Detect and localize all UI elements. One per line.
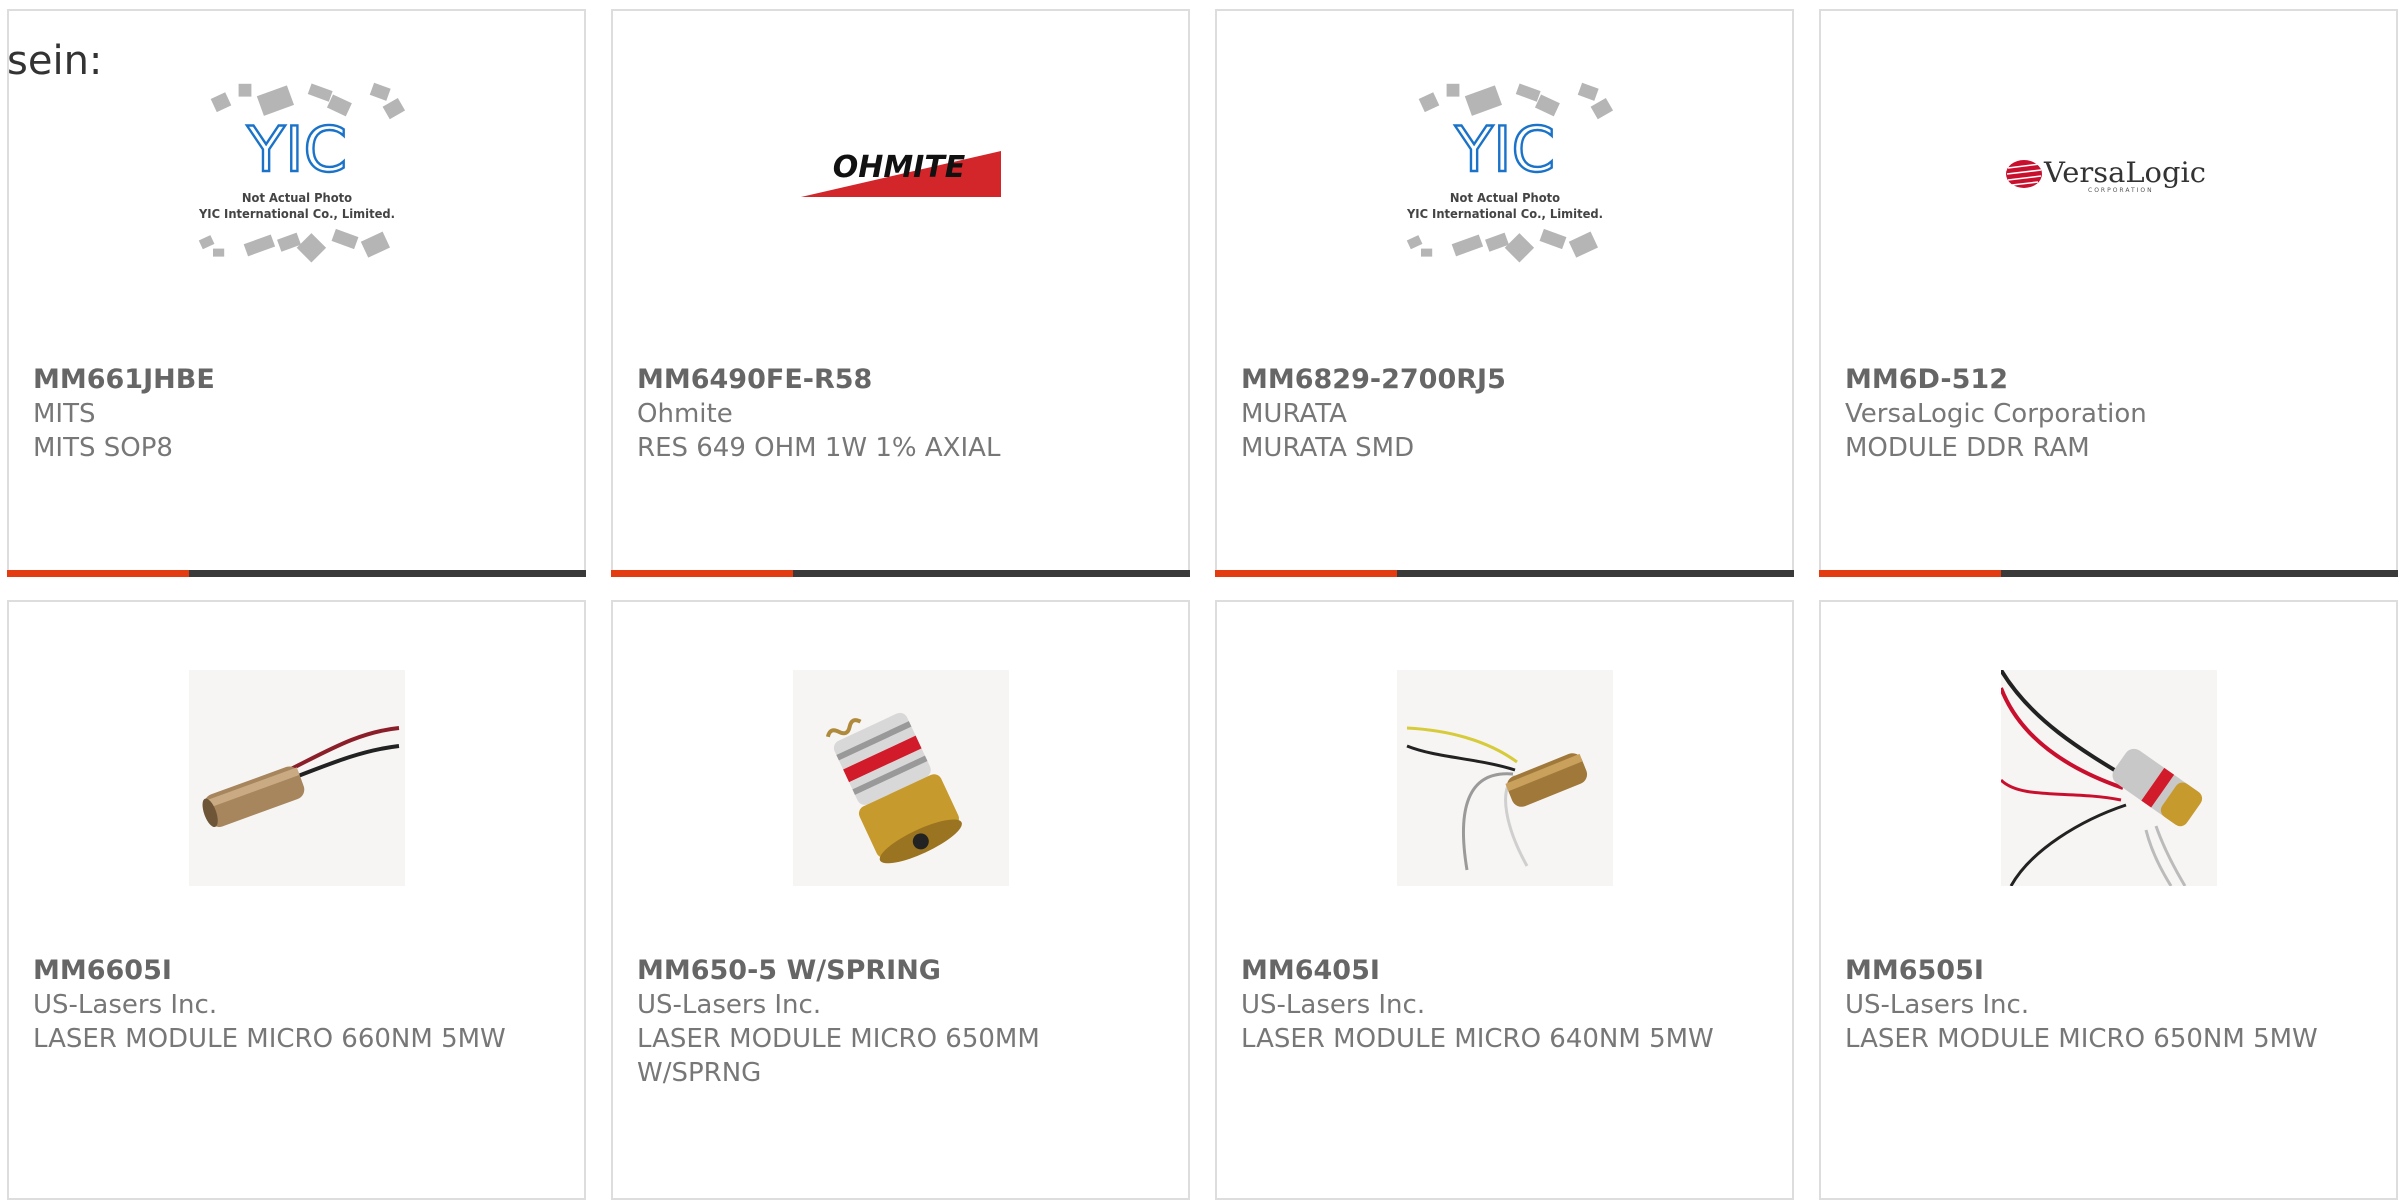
description: MURATA SMD [1241,433,1415,463]
svg-text:YIC International Co., Limited: YIC International Co., Limited. [198,207,395,222]
description: LASER MODULE MICRO 650MM W/SPRNG [637,1024,1040,1088]
product-card[interactable]: MM6405I US-Lasers Inc. LASER MODULE MICR… [1215,600,1794,1200]
manufacturer: VersaLogic Corporation [1845,399,2147,429]
part-number[interactable]: MM6505I [1845,954,2376,988]
svg-text:YIC International Co., Limited: YIC International Co., Limited. [1406,207,1603,222]
svg-text:YIC: YIC [1454,113,1555,186]
card-bar [1215,570,1794,577]
description: MITS SOP8 [33,433,173,463]
card-bar-accent [1819,570,2001,577]
part-number[interactable]: MM6D-512 [1845,363,2376,397]
manufacturer: US-Lasers Inc. [1241,990,1426,1020]
svg-text:Not Actual Photo: Not Actual Photo [242,191,352,206]
manufacturer: Ohmite [637,399,733,429]
card-bar [7,570,586,577]
svg-text:VersaLogic: VersaLogic [2043,156,2206,189]
description: RES 649 OHM 1W 1% AXIAL [637,433,1001,463]
part-number[interactable]: MM661JHBE [33,363,564,397]
card-bar [611,570,1190,577]
manufacturer: US-Lasers Inc. [33,990,218,1020]
product-card[interactable]: YIC Not Actual Photo YIC International C… [7,9,586,577]
card-bar-accent [611,570,793,577]
product-image-laser-module [1397,670,1613,886]
product-card[interactable]: MM6605I US-Lasers Inc. LASER MODULE MICR… [7,600,586,1200]
part-number[interactable]: MM650-5 W/SPRING [637,954,1168,988]
product-image-placeholder: YIC Not Actual Photo YIC International C… [189,67,405,283]
card-bar-accent [7,570,189,577]
product-image-placeholder: YIC Not Actual Photo YIC International C… [1397,67,1613,283]
product-card[interactable]: MM6505I US-Lasers Inc. LASER MODULE MICR… [1819,600,2398,1200]
svg-text:CORPORATION: CORPORATION [2088,187,2154,194]
description: LASER MODULE MICRO 650NM 5MW [1845,1024,2318,1054]
manufacturer: US-Lasers Inc. [637,990,822,1020]
svg-text:YIC: YIC [246,113,347,186]
manufacturer: MITS [33,399,96,429]
description: MODULE DDR RAM [1845,433,2090,463]
part-number[interactable]: MM6605I [33,954,564,988]
intro-text: sein: [7,38,103,84]
description: LASER MODULE MICRO 660NM 5MW [33,1024,506,1054]
svg-text:OHMITE: OHMITE [833,150,966,185]
description: LASER MODULE MICRO 640NM 5MW [1241,1024,1714,1054]
product-card[interactable]: VersaLogic CORPORATION MM6D-512 VersaLog… [1819,9,2398,577]
svg-text:Not Actual Photo: Not Actual Photo [1450,191,1560,206]
card-bar [1819,570,2398,577]
product-image-laser-module [2001,670,2217,886]
product-card[interactable]: YIC Not Actual Photo YIC International C… [1215,9,1794,577]
product-image-laser-module [189,670,405,886]
product-card[interactable]: OHMITE MM6490FE-R58 Ohmite RES 649 OHM 1… [611,9,1190,577]
versalogic-logo-image: VersaLogic CORPORATION [2001,67,2217,283]
manufacturer: US-Lasers Inc. [1845,990,2030,1020]
manufacturer: MURATA [1241,399,1347,429]
card-bar-accent [1215,570,1397,577]
product-image-laser-module-spring [793,670,1009,886]
part-number[interactable]: MM6490FE-R58 [637,363,1168,397]
part-number[interactable]: MM6405I [1241,954,1772,988]
ohmite-logo-image: OHMITE [793,67,1009,283]
product-card[interactable]: MM650-5 W/SPRING US-Lasers Inc. LASER MO… [611,600,1190,1200]
part-number[interactable]: MM6829-2700RJ5 [1241,363,1772,397]
